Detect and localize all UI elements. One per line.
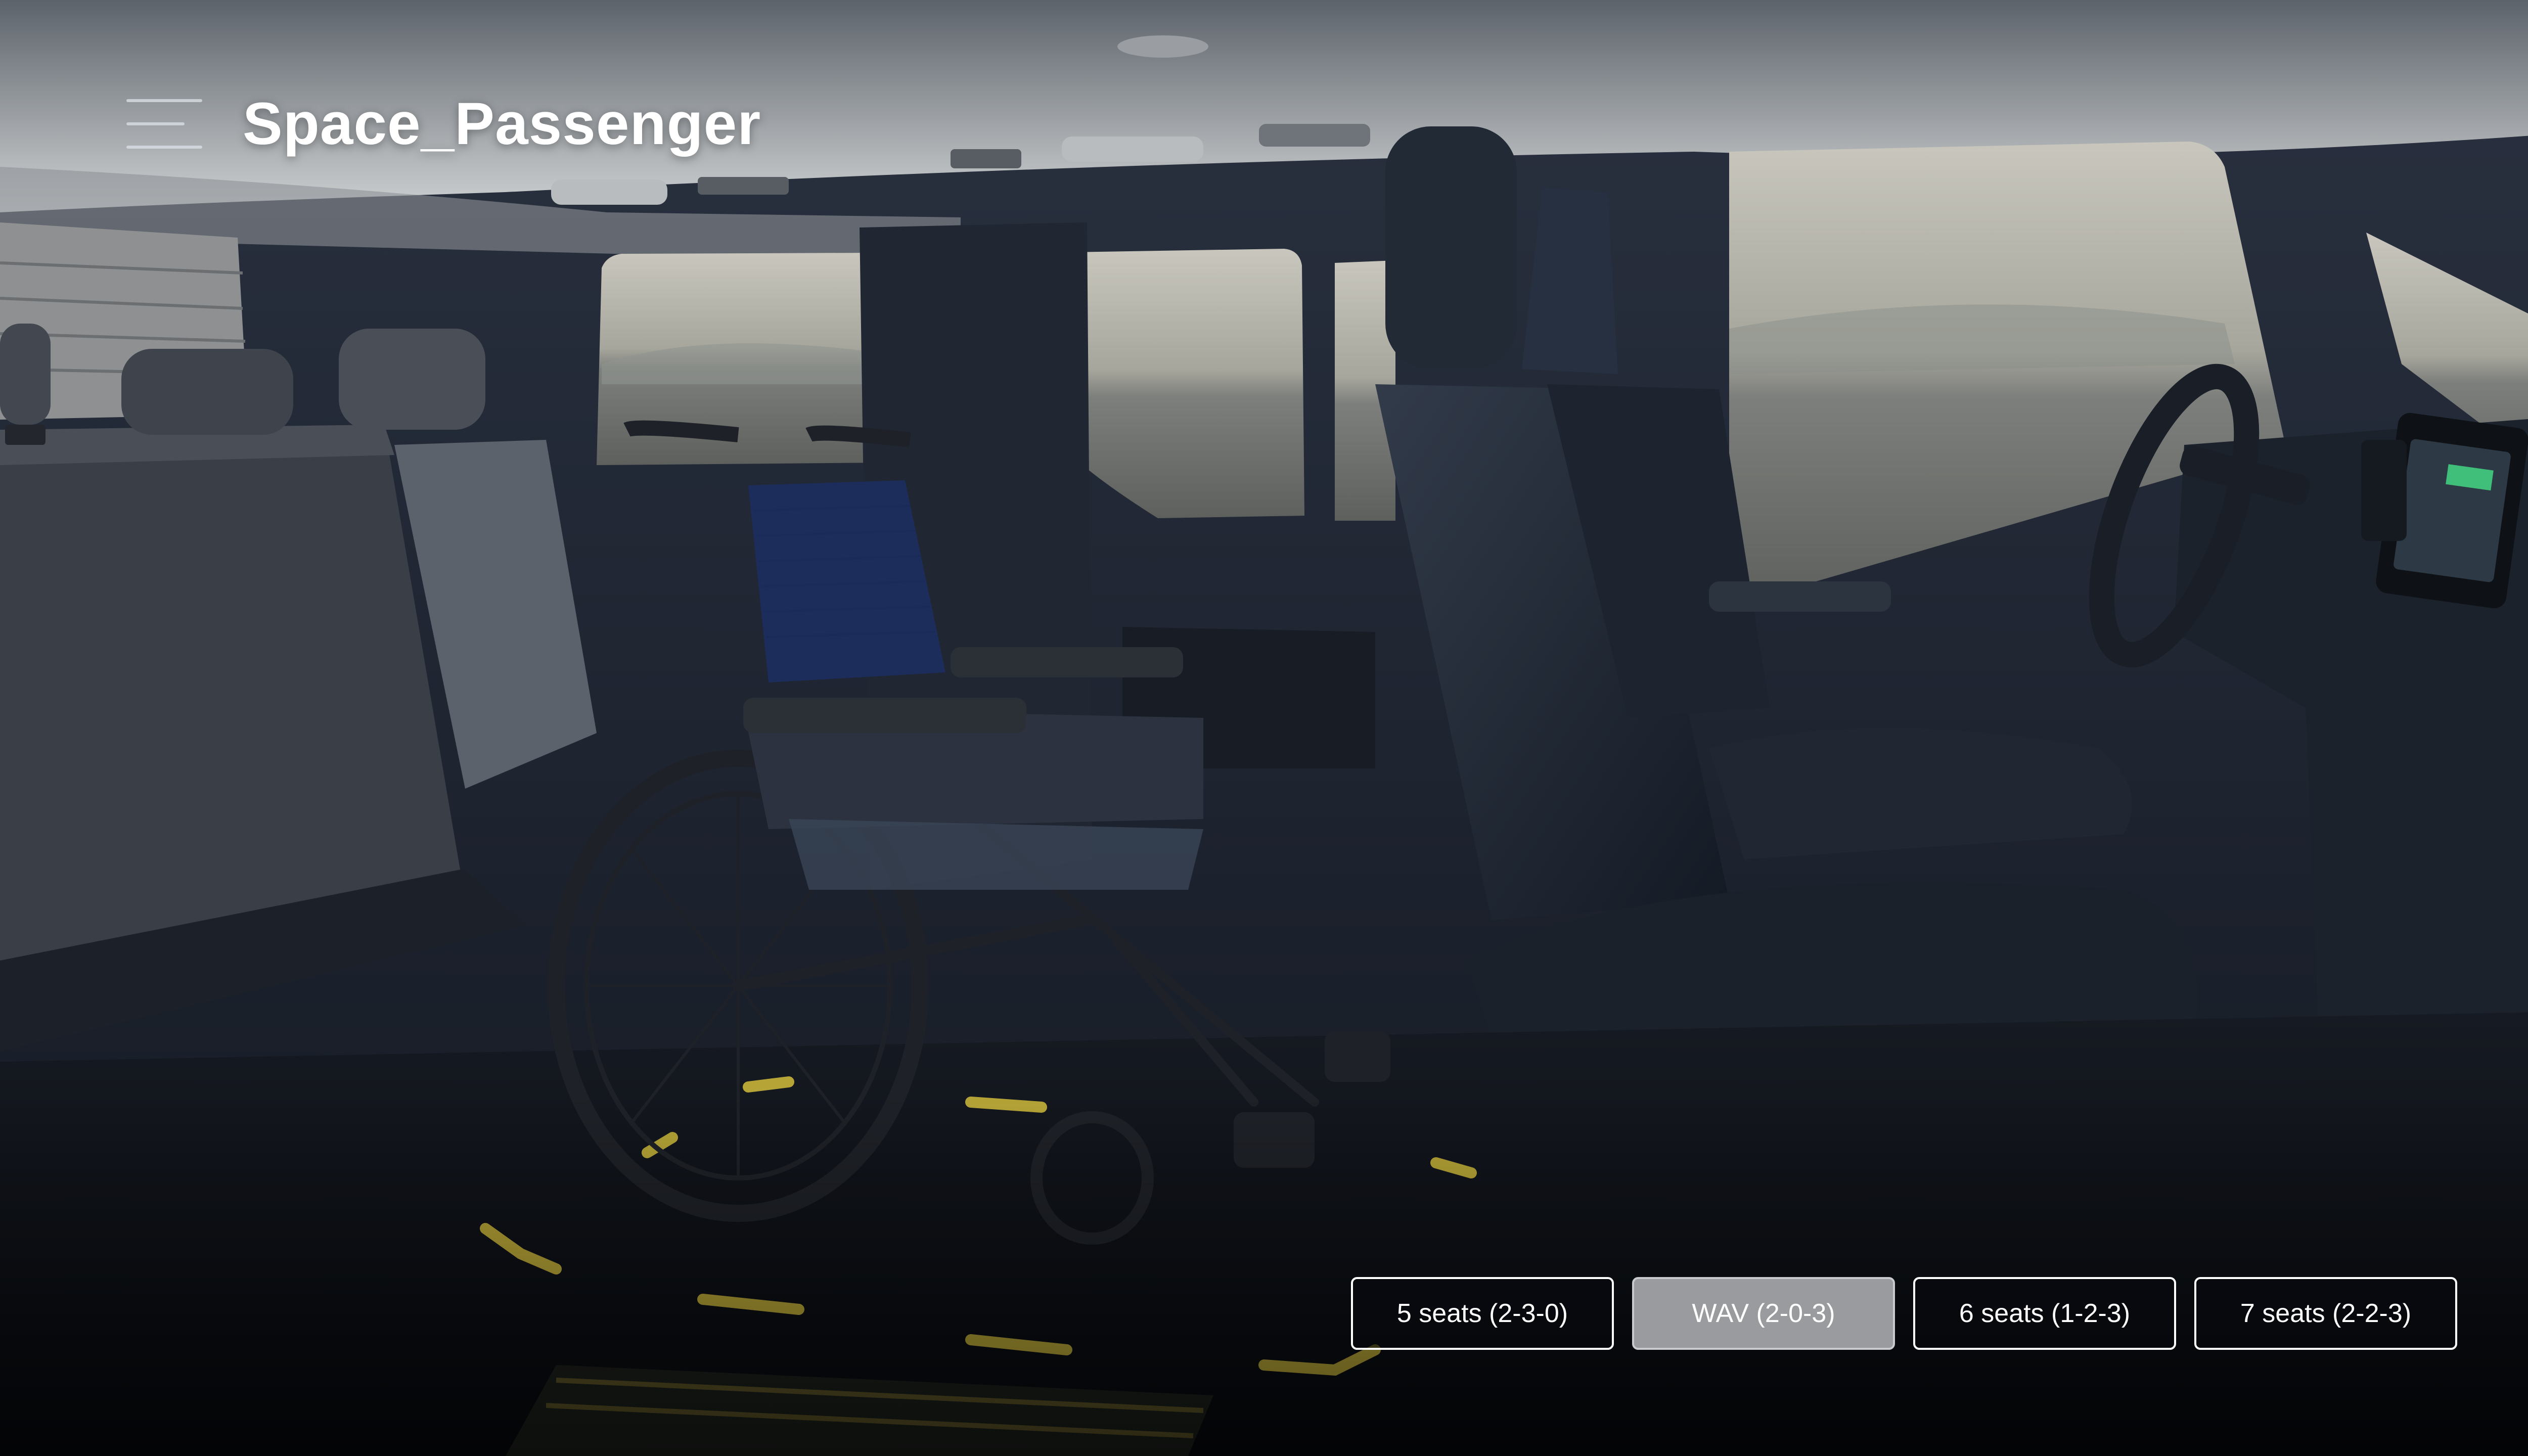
- menu-line: [126, 146, 202, 149]
- page-title: Space_Passenger: [243, 90, 761, 157]
- seat-option-7-seats[interactable]: 7 seats (2-2-3): [2194, 1277, 2457, 1350]
- seat-option-wav[interactable]: WAV (2-0-3): [1632, 1277, 1895, 1350]
- menu-line: [126, 122, 185, 125]
- header: Space_Passenger: [126, 90, 761, 157]
- menu-line: [126, 99, 202, 102]
- hamburger-menu-icon[interactable]: [126, 96, 202, 152]
- van-interior-image: [0, 0, 2528, 1456]
- seat-option-6-seats[interactable]: 6 seats (1-2-3): [1913, 1277, 2176, 1350]
- seat-option-5-seats[interactable]: 5 seats (2-3-0): [1351, 1277, 1614, 1350]
- seat-configuration-selector: 5 seats (2-3-0) WAV (2-0-3) 6 seats (1-2…: [1351, 1277, 2457, 1350]
